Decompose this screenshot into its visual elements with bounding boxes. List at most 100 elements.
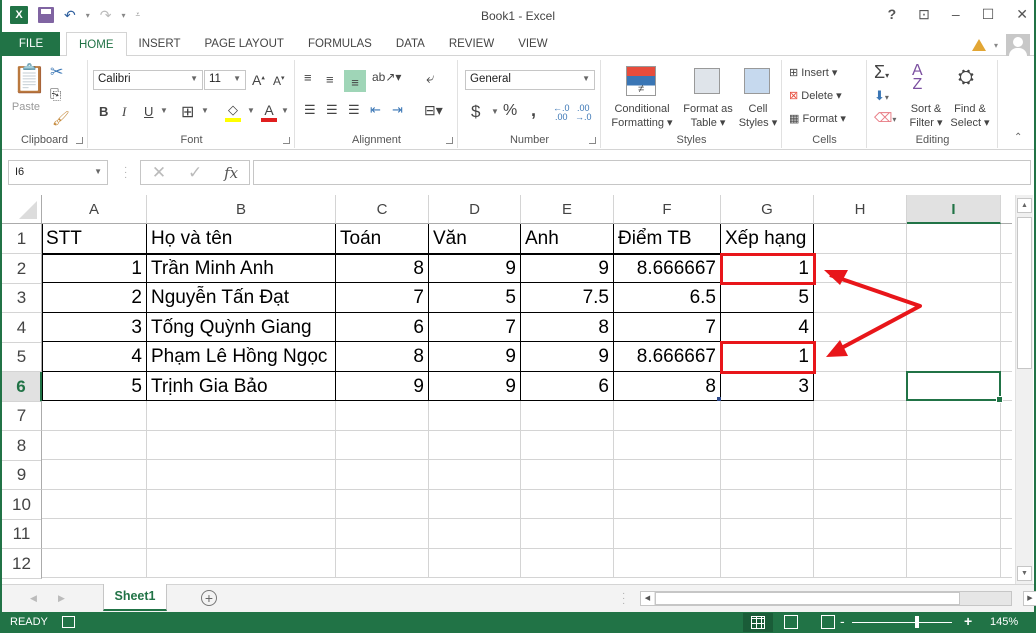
font-color-icon[interactable]: A [261, 102, 277, 122]
column-header-c[interactable]: C [336, 195, 429, 224]
increase-decimal-icon[interactable]: ←.0.00 [553, 104, 570, 122]
sort-filter-icon[interactable]: AZ [912, 63, 923, 93]
zoom-slider-thumb[interactable] [915, 616, 919, 628]
row-header-12[interactable]: 12 [2, 548, 42, 579]
collapse-ribbon-icon[interactable]: ⌃ [1014, 132, 1022, 143]
cell-g9[interactable] [721, 460, 814, 490]
cell-b8[interactable] [147, 430, 336, 460]
cell-c10[interactable] [336, 489, 429, 519]
autosum-icon[interactable]: Σ▾ [874, 62, 889, 83]
cell-i1[interactable] [907, 224, 1001, 254]
cell-b12[interactable] [147, 548, 336, 578]
cell-f1[interactable]: Điểm TB [614, 224, 721, 254]
cell-e1[interactable]: Anh [521, 224, 614, 254]
clipboard-launcher-icon[interactable] [76, 137, 83, 144]
cell-b9[interactable] [147, 460, 336, 490]
cell-h1[interactable] [814, 224, 907, 254]
cell-d9[interactable] [429, 460, 521, 490]
cell-b10[interactable] [147, 489, 336, 519]
sheet-tab-sheet1[interactable]: Sheet1 [103, 584, 167, 611]
next-sheet-icon[interactable]: ▶ [58, 593, 65, 604]
cell-a12[interactable] [42, 548, 147, 578]
cell-d6[interactable]: 9 [429, 371, 521, 401]
align-center-icon[interactable]: ☰ [326, 102, 338, 118]
currency-dropdown-icon[interactable]: ▼ [491, 107, 499, 116]
align-right-icon[interactable]: ☰ [348, 102, 360, 118]
paste-icon[interactable]: 📋 [12, 62, 47, 98]
cell-b11[interactable] [147, 519, 336, 549]
cell-i10[interactable] [907, 489, 1001, 519]
cell-i9[interactable] [907, 460, 1001, 490]
row-header-4[interactable]: 4 [2, 312, 42, 343]
insert-function-icon[interactable]: fx [224, 164, 238, 182]
alignment-launcher-icon[interactable] [446, 137, 453, 144]
currency-button[interactable]: $ [471, 102, 480, 122]
cell-e11[interactable] [521, 519, 614, 549]
copy-icon[interactable]: ⎘ [50, 86, 61, 103]
increase-indent-icon[interactable]: ⇥ [392, 102, 403, 118]
cell-f2[interactable]: 8.666667 [614, 253, 721, 283]
scroll-down-icon[interactable]: ▼ [1017, 566, 1032, 581]
cell-f5[interactable]: 8.666667 [614, 342, 721, 372]
cell-e7[interactable] [521, 401, 614, 431]
row-header-9[interactable]: 9 [2, 460, 42, 490]
cell-d12[interactable] [429, 548, 521, 578]
macro-recording-icon[interactable] [62, 616, 75, 628]
fill-color-icon[interactable]: ◇ [225, 102, 241, 122]
page-break-view-icon[interactable] [821, 615, 835, 629]
font-color-dropdown-icon[interactable]: ▼ [281, 106, 289, 115]
cell-h2[interactable] [814, 253, 907, 283]
cell-i7[interactable] [907, 401, 1001, 431]
cancel-icon[interactable]: ✕ [152, 163, 166, 183]
cell-a2[interactable]: 1 [42, 253, 147, 283]
cell-b5[interactable]: Phạm Lê Hồng Ngọc [147, 342, 336, 372]
cell-h12[interactable] [814, 548, 907, 578]
cell-a8[interactable] [42, 430, 147, 460]
cell-e3[interactable]: 7.5 [521, 283, 614, 313]
row-header-3[interactable]: 3 [2, 283, 42, 313]
tab-file[interactable]: FILE [2, 32, 60, 56]
cell-c9[interactable] [336, 460, 429, 490]
cell-h10[interactable] [814, 489, 907, 519]
prev-sheet-icon[interactable]: ◀ [30, 593, 37, 604]
row-header-11[interactable]: 11 [2, 519, 42, 549]
delete-cells-button[interactable]: ⊠ Delete ▾ [789, 89, 842, 103]
decrease-decimal-icon[interactable]: .00 →.0 [575, 104, 592, 122]
cell-i2[interactable] [907, 253, 1001, 283]
cell-a5[interactable]: 4 [42, 342, 147, 372]
align-bottom-icon[interactable]: ≡ [344, 70, 366, 92]
cell-i4[interactable] [907, 312, 1001, 342]
cell-h3[interactable] [814, 283, 907, 313]
cell-e10[interactable] [521, 489, 614, 519]
row-header-2[interactable]: 2 [2, 253, 42, 284]
cell-g7[interactable] [721, 401, 814, 431]
decrease-indent-icon[interactable]: ⇤ [370, 102, 381, 118]
cell-c8[interactable] [336, 430, 429, 460]
cell-d10[interactable] [429, 489, 521, 519]
scroll-up-icon[interactable]: ▲ [1017, 198, 1032, 213]
italic-button[interactable]: I [122, 104, 126, 120]
merge-center-icon[interactable]: ⊟▾ [424, 102, 443, 119]
percent-button[interactable]: % [503, 102, 517, 120]
align-top-icon[interactable]: ≡ [304, 70, 312, 85]
cell-f9[interactable] [614, 460, 721, 490]
orientation-icon[interactable]: ab↗▾ [372, 70, 401, 84]
format-as-table-icon[interactable] [694, 68, 720, 94]
avatar[interactable] [1006, 34, 1030, 56]
page-layout-view-icon[interactable] [784, 615, 798, 629]
font-launcher-icon[interactable] [283, 137, 290, 144]
borders-icon[interactable]: ⊞ [181, 102, 194, 122]
format-painter-icon[interactable]: 🖌 [52, 110, 70, 127]
column-header-e[interactable]: E [521, 195, 614, 224]
cell-i11[interactable] [907, 519, 1001, 549]
close-icon[interactable]: ✕ [1016, 6, 1028, 23]
cell-b4[interactable]: Tống Quỳnh Giang [147, 312, 336, 342]
cell-b3[interactable]: Nguyễn Tấn Đạt [147, 283, 336, 313]
account-dropdown-icon[interactable]: ▾ [994, 41, 998, 50]
cell-g11[interactable] [721, 519, 814, 549]
scroll-left-icon[interactable]: ◀ [641, 592, 654, 605]
zoom-in-button[interactable]: + [964, 613, 972, 629]
cell-a10[interactable] [42, 489, 147, 519]
cell-h7[interactable] [814, 401, 907, 431]
name-box[interactable]: I6 ▼ [8, 160, 108, 185]
